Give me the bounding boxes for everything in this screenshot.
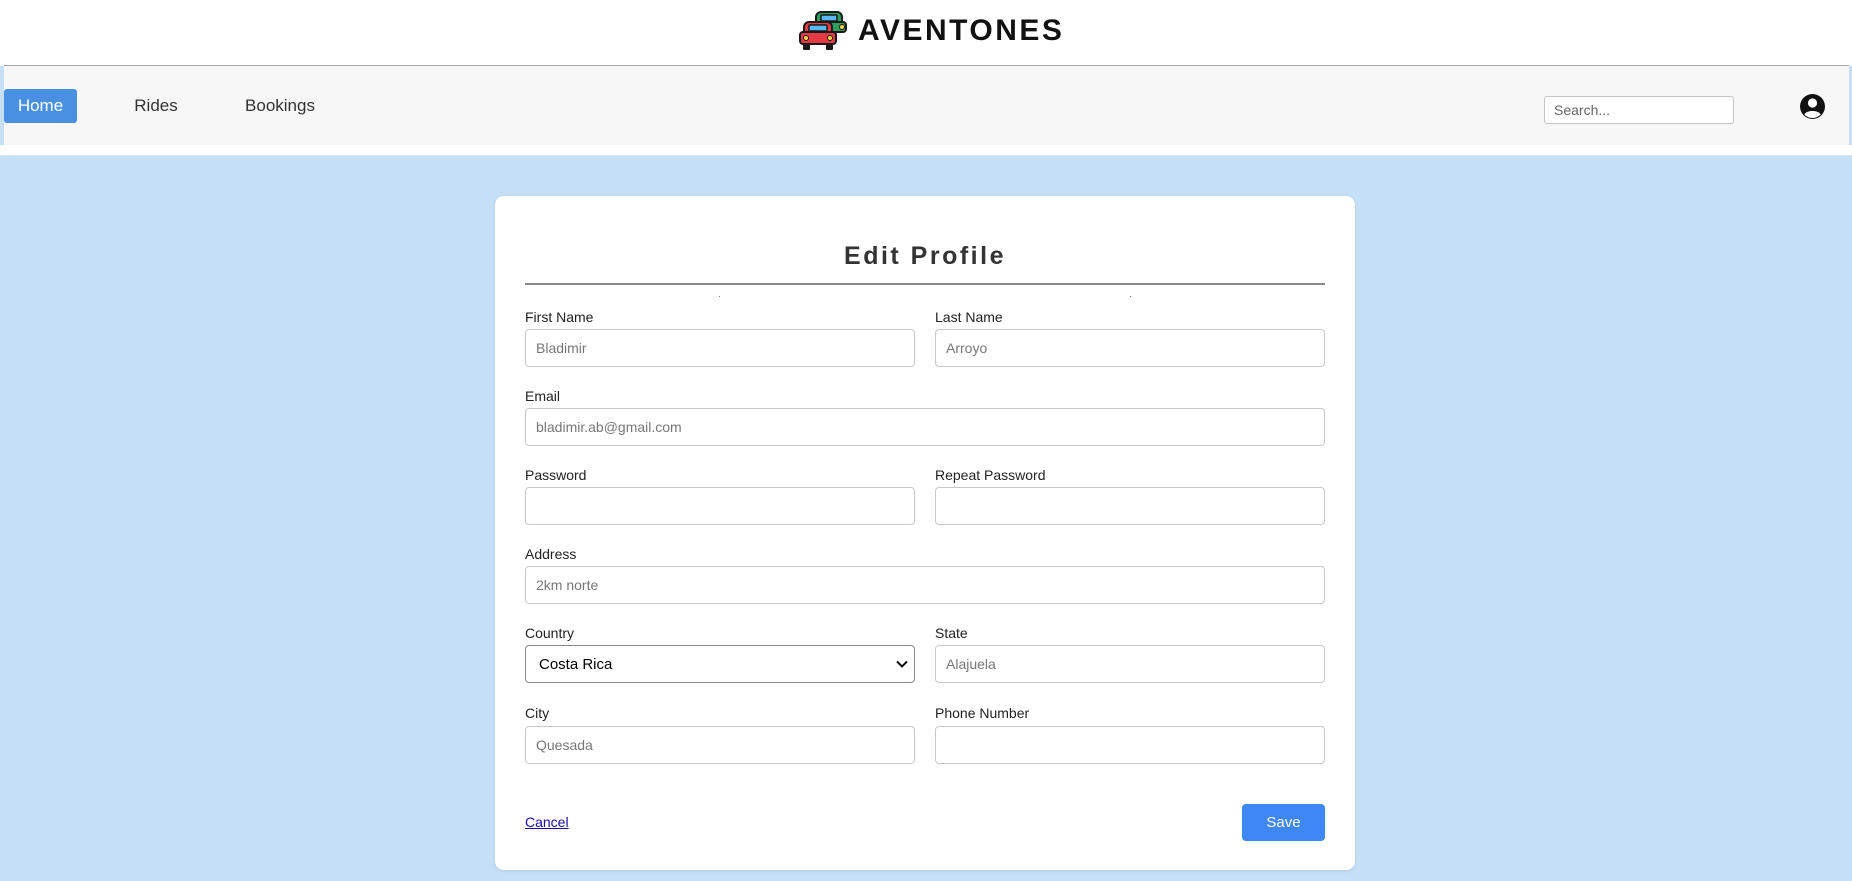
email-input[interactable] — [525, 408, 1325, 446]
first-name-input[interactable] — [525, 329, 915, 367]
nav-rides-button[interactable]: Rides — [116, 89, 196, 123]
last-name-label: Last Name — [935, 309, 1003, 325]
page-title: Edit Profile — [844, 242, 1006, 270]
edit-profile-card: Edit Profile First Name Last Name Email … — [495, 196, 1355, 870]
user-circle-icon[interactable] — [1799, 93, 1826, 120]
divider-tick — [1130, 296, 1131, 297]
city-input[interactable] — [525, 726, 915, 764]
nav-bookings-button[interactable]: Bookings — [228, 89, 332, 123]
first-name-label: First Name — [525, 309, 594, 325]
address-label: Address — [525, 546, 577, 562]
phone-label: Phone Number — [935, 705, 1030, 721]
nav-home-button[interactable]: Home — [4, 89, 77, 123]
brand[interactable]: AVENTONES — [798, 8, 1064, 54]
phone-input[interactable] — [935, 726, 1325, 764]
save-button[interactable]: Save — [1242, 804, 1325, 841]
country-select[interactable]: Costa Rica — [525, 645, 915, 683]
state-input[interactable] — [935, 645, 1325, 683]
country-label: Country — [525, 625, 575, 641]
repeat-password-input[interactable] — [935, 487, 1325, 525]
chevron-down-icon — [896, 660, 908, 668]
cancel-link[interactable]: Cancel — [525, 814, 569, 830]
navbar: Home Rides Bookings — [4, 66, 1849, 145]
password-input[interactable] — [525, 487, 915, 525]
last-name-input[interactable] — [935, 329, 1325, 367]
top-header: AVENTONES — [0, 0, 1852, 66]
email-label: Email — [525, 388, 561, 404]
navbar-bottom-band — [0, 145, 1852, 156]
title-divider — [525, 283, 1325, 285]
city-label: City — [525, 705, 550, 721]
state-label: State — [935, 625, 968, 641]
password-label: Password — [525, 467, 587, 483]
repeat-password-label: Repeat Password — [935, 467, 1046, 483]
cars-icon — [799, 11, 847, 50]
country-selected-value: Costa Rica — [539, 655, 613, 673]
address-input[interactable] — [525, 566, 1325, 604]
search-input[interactable] — [1544, 96, 1734, 124]
divider-tick — [719, 296, 720, 297]
brand-name: AVENTONES — [858, 14, 1065, 47]
